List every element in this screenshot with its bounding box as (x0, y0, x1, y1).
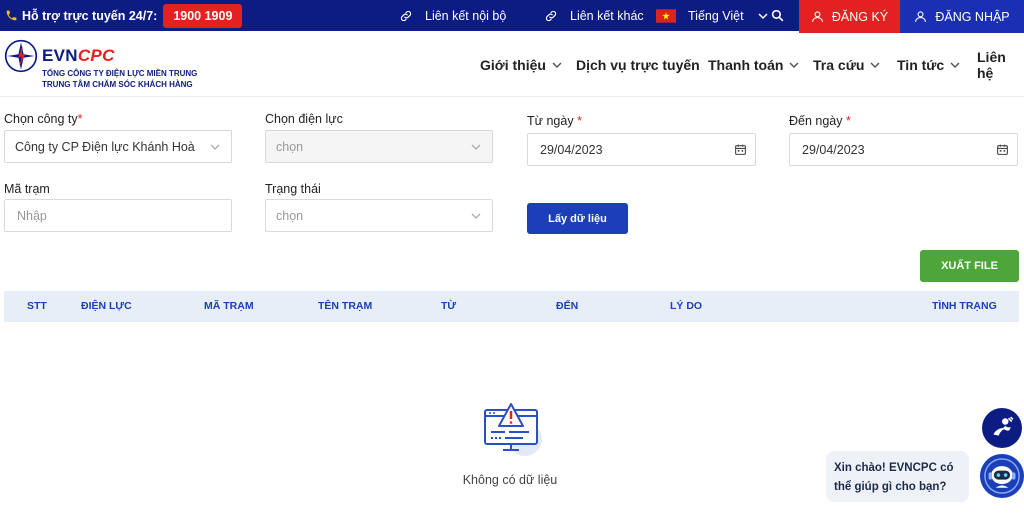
robot-icon (984, 458, 1020, 494)
hotline-label: Hỗ trợ trực tuyến 24/7: (22, 8, 158, 23)
calendar-icon[interactable] (996, 143, 1009, 156)
company-select-value: Công ty CP Điện lực Khánh Hoà (15, 139, 195, 154)
nav-item-payment-label: Thanh toán (708, 57, 784, 73)
link-icon (400, 10, 412, 21)
unit-label: Chọn điện lực (265, 112, 343, 126)
from-date-input[interactable]: 29/04/2023 (527, 133, 756, 166)
other-link-label: Liên kết khác (570, 8, 644, 23)
column-header-station-name: TÊN TRẠM (318, 300, 373, 312)
empty-data-warning-icon (484, 403, 542, 456)
brand-name-part2: CPC (77, 46, 115, 65)
nav-item-contact[interactable]: Liên hệ (977, 33, 1024, 97)
get-data-button[interactable]: Lấy dữ liệu (527, 203, 628, 234)
column-header-to: ĐẾN (556, 300, 579, 312)
language-label: Tiếng Việt (688, 8, 744, 23)
brand-line1: TỔNG CÔNG TY ĐIỆN LỰC MIỀN TRUNG (42, 69, 198, 78)
chevron-down-icon (210, 144, 220, 150)
export-file-button[interactable]: XUẤT FILE (920, 250, 1019, 282)
nav-item-about-label: Giới thiệu (480, 57, 546, 73)
other-link[interactable]: Liên kết khác (544, 0, 644, 31)
column-header-stt: STT (27, 300, 47, 312)
calendar-icon[interactable] (734, 143, 747, 156)
chatbot-greeting-line1: Xin chào! EVNCPC có (834, 462, 954, 474)
evncpc-logo-icon[interactable] (4, 39, 38, 73)
nav-item-about[interactable]: Giới thiệu (480, 33, 562, 97)
support-chat-button[interactable] (982, 408, 1022, 448)
hotline: Hỗ trợ trực tuyến 24/7: 1900 1909 (0, 0, 243, 31)
status-label: Trạng thái (265, 182, 321, 196)
user-icon (915, 11, 927, 22)
vietnam-flag-icon (656, 8, 676, 23)
company-select[interactable]: Công ty CP Điện lực Khánh Hoà (4, 130, 232, 163)
login-button[interactable]: ĐĂNG NHẬP (900, 0, 1024, 33)
station-label: Mã trạm (4, 182, 50, 196)
brand-name[interactable]: EVNCPC (42, 46, 115, 66)
chevron-down-icon (552, 62, 562, 69)
nav-item-contact-label: Liên hệ (977, 49, 1006, 81)
column-header-reason: LÝ DO (670, 300, 703, 312)
nav-item-payment[interactable]: Thanh toán (708, 33, 799, 97)
nav-item-lookup[interactable]: Tra cứu (813, 33, 880, 97)
chevron-down-icon (789, 62, 799, 69)
phone-icon (0, 9, 22, 22)
site-header: EVNCPC TỔNG CÔNG TY ĐIỆN LỰC MIỀN TRUNG … (0, 33, 1024, 97)
column-header-unit: ĐIỆN LỰC (81, 300, 132, 312)
register-label: ĐĂNG KÝ (831, 9, 889, 24)
nav-item-online-services[interactable]: Dịch vụ trực tuyến (576, 33, 700, 97)
to-date-label: Đến ngày * (789, 114, 851, 128)
from-date-label: Từ ngày * (527, 114, 582, 128)
to-date-value: 29/04/2023 (802, 142, 865, 157)
chevron-down-icon (870, 62, 880, 69)
internal-link[interactable]: Liên kết nội bộ (399, 0, 506, 31)
search-button[interactable] (771, 0, 784, 31)
column-header-status: TÌNH TRẠNG (932, 300, 997, 312)
station-input-placeholder: Nhập (17, 208, 47, 223)
search-icon (771, 9, 784, 22)
user-icon (811, 11, 823, 22)
language-selector[interactable]: Tiếng Việt (656, 0, 768, 31)
chevron-down-icon (471, 144, 481, 150)
status-select[interactable]: chọn (265, 199, 493, 232)
nav-item-lookup-label: Tra cứu (813, 57, 865, 73)
unit-select-placeholder: chọn (276, 139, 304, 154)
status-select-placeholder: chọn (276, 208, 304, 223)
hotline-number[interactable]: 1900 1909 (163, 3, 243, 28)
nav-item-news-label: Tin tức (897, 57, 945, 73)
login-label: ĐĂNG NHẬP (935, 9, 1010, 24)
chevron-down-icon (758, 12, 768, 19)
register-button[interactable]: ĐĂNG KÝ (799, 0, 900, 33)
station-input[interactable]: Nhập (4, 199, 232, 232)
company-label: Chọn công ty* (4, 112, 83, 126)
chevron-down-icon (950, 62, 960, 69)
brand-line2: TRUNG TÂM CHĂM SÓC KHÁCH HÀNG (42, 80, 193, 89)
brand-name-part1: EVN (42, 46, 78, 65)
nav-item-news[interactable]: Tin tức (897, 33, 960, 97)
from-date-value: 29/04/2023 (540, 142, 603, 157)
table-header: STT ĐIỆN LỰC MÃ TRẠM TÊN TRẠM TỪ ĐẾN LÝ … (4, 291, 1019, 322)
column-header-station-code: MÃ TRẠM (204, 300, 254, 312)
internal-link-label: Liên kết nội bộ (425, 8, 507, 23)
customer-support-icon (993, 416, 1014, 436)
link-icon (545, 10, 557, 21)
chevron-down-icon (471, 213, 481, 219)
unit-select[interactable]: chọn (265, 130, 493, 163)
chatbot-greeting-bubble[interactable]: Xin chào! EVNCPC có thể giúp gì cho bạn? (826, 451, 969, 502)
nav-item-online-services-label: Dịch vụ trực tuyến (576, 57, 700, 73)
to-date-input[interactable]: 29/04/2023 (789, 133, 1018, 166)
chatbot-greeting-line2: thể giúp gì cho bạn? (834, 481, 947, 493)
column-header-from: TỪ (441, 300, 457, 312)
chatbot-button[interactable] (980, 454, 1024, 498)
top-bar: Hỗ trợ trực tuyến 24/7: 1900 1909 Liên k… (0, 0, 1024, 33)
